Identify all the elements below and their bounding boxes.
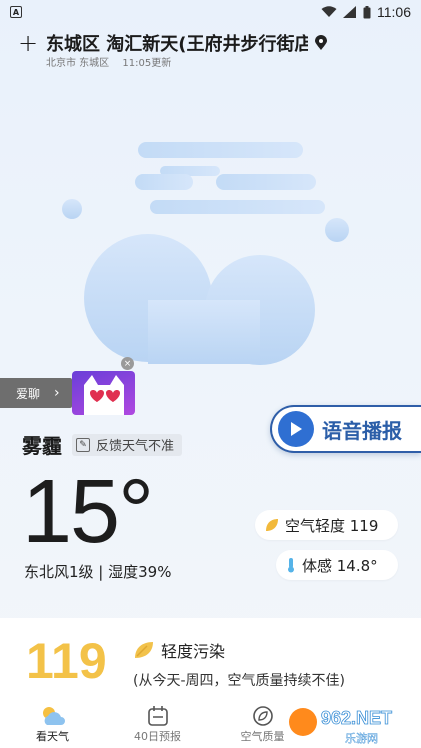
- ad-label-bar[interactable]: 爱聊 ›: [0, 378, 72, 408]
- haze-illustration: [62, 142, 349, 365]
- battery-icon: [363, 5, 371, 18]
- wind-humidity: 东北风1级 | 湿度39%: [24, 563, 172, 581]
- haze-dot: [325, 218, 349, 242]
- haze-bar: [216, 174, 316, 190]
- weather-condition: 雾霾: [22, 434, 62, 458]
- leaf-icon: [266, 519, 278, 531]
- cloud-body: [148, 300, 260, 364]
- voice-broadcast-button[interactable]: 语音播报: [270, 405, 421, 453]
- weather-icon: [39, 704, 67, 728]
- current-temperature: 15°: [22, 462, 154, 562]
- add-city-icon[interactable]: +: [18, 31, 38, 55]
- feedback-button[interactable]: ✎ 反馈天气不准: [72, 433, 183, 456]
- app-notification-icon: A: [10, 6, 22, 18]
- ad-banner[interactable]: 爱聊 › ×: [0, 357, 136, 415]
- voice-broadcast-label: 语音播报: [322, 418, 402, 443]
- feels-like-label: 体感 14.8°: [302, 556, 378, 575]
- haze-bar: [135, 174, 193, 190]
- ad-label: 爱聊: [16, 386, 41, 401]
- tab-weather[interactable]: 看天气: [0, 702, 105, 748]
- city-district: 北京市 东城区: [46, 58, 110, 69]
- signal-icon: [343, 6, 356, 18]
- status-bar: A 11:06: [0, 0, 421, 24]
- play-icon: [278, 411, 314, 447]
- air-quality-panel[interactable]: 119 轻度污染 (从今天-周四，空气质量持续不佳): [0, 618, 421, 702]
- tab-40-day-forecast[interactable]: 40日预报: [105, 702, 210, 748]
- site-watermark: 962.NET 乐游网: [289, 708, 392, 745]
- air-quality-icon: [252, 704, 274, 728]
- leaf-icon: [135, 642, 153, 658]
- haze-dot: [62, 199, 82, 219]
- aqi-chip[interactable]: 空气轻度 119: [255, 510, 398, 540]
- calendar-icon: [147, 704, 169, 728]
- watermark-subtext: 乐游网: [345, 732, 378, 745]
- tab-air-quality-label: 空气质量: [240, 730, 285, 743]
- location-name[interactable]: 东城区 淘汇新天(王府井步行街店: [46, 30, 308, 56]
- haze-bar: [150, 200, 325, 214]
- thermometer-icon: [288, 558, 294, 573]
- wifi-icon: [321, 6, 337, 17]
- location-header: + 东城区 淘汇新天(王府井步行街店: [18, 30, 403, 56]
- tab-40-day-label: 40日预报: [134, 730, 181, 743]
- tab-weather-label: 看天气: [36, 730, 69, 743]
- aqi-level-row: 轻度污染: [133, 638, 225, 662]
- feedback-label: 反馈天气不准: [96, 439, 175, 454]
- chevron-right-icon: ›: [54, 385, 60, 401]
- location-subheader: 北京市 东城区 11:05更新: [46, 54, 171, 69]
- weather-condition-row: 雾霾 ✎ 反馈天气不准: [22, 430, 183, 459]
- haze-bar: [138, 142, 303, 158]
- watermark-text: 962.NET: [321, 708, 392, 728]
- cat-mascot-icon: [84, 375, 124, 415]
- aqi-level: 轻度污染: [161, 642, 226, 661]
- update-time: 11:05更新: [122, 58, 172, 69]
- feels-like-chip[interactable]: 体感 14.8°: [276, 550, 398, 580]
- aqi-chip-label: 空气轻度 119: [285, 516, 379, 535]
- ad-close-icon[interactable]: ×: [121, 357, 134, 370]
- clock: 11:06: [377, 4, 411, 20]
- edit-icon: ✎: [76, 437, 90, 452]
- aqi-description: (从今天-周四，空气质量持续不佳): [133, 673, 345, 689]
- aqi-value: 119: [26, 633, 107, 689]
- ad-thumbnail[interactable]: [72, 371, 135, 415]
- location-pin-icon[interactable]: [314, 35, 328, 51]
